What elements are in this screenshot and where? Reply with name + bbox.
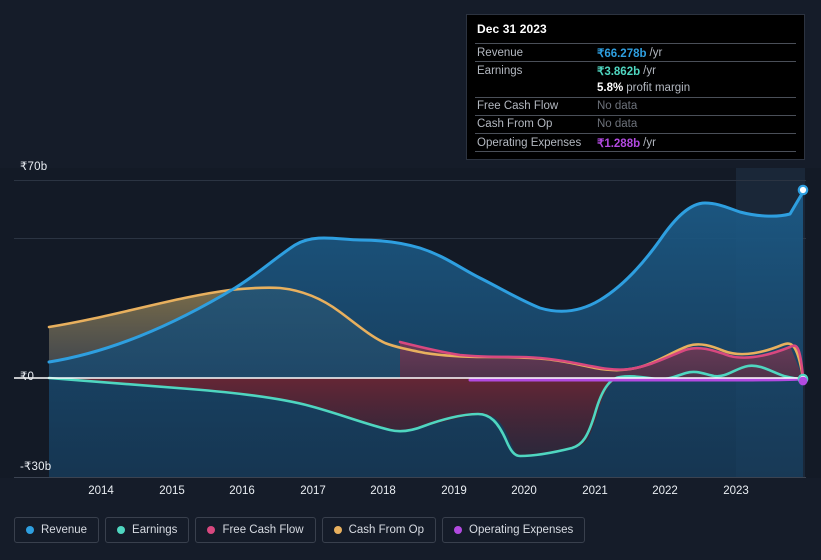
tooltip-unit-revenue: /yr	[649, 46, 663, 59]
tooltip-unit-operating-expenses: /yr	[643, 136, 656, 149]
tooltip-row-cash-from-op: Cash From Op No data	[475, 114, 796, 133]
tooltip-label-revenue: Revenue	[477, 46, 524, 59]
legend-label-cash-from-op: Cash From Op	[348, 524, 425, 536]
legend-dot-operating-expenses-icon	[454, 526, 463, 534]
end-marker-revenue	[797, 184, 809, 196]
x-tick-2019: 2019	[441, 485, 467, 497]
line-operating-expenses	[468, 377, 805, 382]
x-tick-2016: 2016	[229, 485, 255, 497]
tooltip-label-operating-expenses: Operating Expenses	[477, 136, 582, 149]
tooltip-row-revenue: Revenue ₹66.278b /yr	[475, 43, 796, 61]
x-tick-2018: 2018	[370, 485, 396, 497]
tooltip-value-profit-margin: 5.8%	[597, 81, 624, 94]
legend-item-cash-from-op[interactable]: Cash From Op	[321, 517, 437, 543]
legend-dot-free-cash-flow-icon	[207, 526, 216, 534]
tooltip-value-revenue: ₹66.278b	[597, 47, 647, 60]
legend-label-operating-expenses: Operating Expenses	[469, 524, 574, 536]
tooltip-row-free-cash-flow: Free Cash Flow No data	[475, 96, 796, 115]
tooltip-value-free-cash-flow: No data	[597, 100, 638, 113]
tooltip-value-earnings: ₹3.862b	[597, 65, 641, 78]
tooltip-label-profit-margin: profit margin	[626, 81, 691, 94]
data-tooltip: Dec 31 2023 Revenue ₹66.278b /yr Earning…	[466, 14, 805, 161]
legend-item-revenue[interactable]: Revenue	[14, 517, 100, 543]
tooltip-label-earnings: Earnings	[477, 64, 523, 77]
legend-item-earnings[interactable]: Earnings	[105, 517, 190, 543]
legend-label-revenue: Revenue	[41, 524, 88, 536]
x-tick-2021: 2021	[582, 485, 608, 497]
legend-item-operating-expenses[interactable]: Operating Expenses	[442, 517, 586, 543]
y-tick-m30b: -₹30b	[20, 461, 52, 473]
x-tick-2014: 2014	[88, 485, 114, 497]
tooltip-label-free-cash-flow: Free Cash Flow	[477, 100, 559, 113]
y-tick-0: ₹0	[20, 371, 35, 383]
x-tick-2017: 2017	[300, 485, 326, 497]
tooltip-value-cash-from-op: No data	[597, 118, 638, 131]
tooltip-row-profit-margin: 5.8% profit margin	[475, 79, 796, 96]
x-tick-2015: 2015	[159, 485, 185, 497]
y-tick-70b: ₹70b	[20, 161, 48, 173]
legend-dot-revenue-icon	[26, 526, 34, 534]
end-marker-operating-expenses	[798, 376, 808, 386]
legend-label-earnings: Earnings	[132, 524, 178, 536]
legend-dot-earnings-icon	[117, 526, 126, 534]
tooltip-label-cash-from-op: Cash From Op	[477, 118, 553, 131]
chart-screenshot: ₹70b ₹0 -₹30b 2014 2015 2016 2017 2018 2…	[0, 0, 821, 560]
tooltip-unit-earnings: /yr	[643, 64, 656, 77]
tooltip-value-operating-expenses: ₹1.288b	[597, 137, 641, 150]
legend-label-free-cash-flow: Free Cash Flow	[222, 524, 304, 536]
tooltip-date: Dec 31 2023	[477, 22, 547, 36]
chart-legend: Revenue Earnings Free Cash Flow Cash Fro…	[14, 517, 586, 543]
x-tick-2022: 2022	[652, 485, 678, 497]
tooltip-bottom-rule	[475, 151, 796, 155]
tooltip-row-earnings: Earnings ₹3.862b /yr	[475, 61, 796, 79]
x-tick-2023: 2023	[723, 485, 749, 497]
tooltip-row-operating-expenses: Operating Expenses ₹1.288b /yr	[475, 132, 796, 151]
x-tick-2020: 2020	[511, 485, 537, 497]
legend-item-free-cash-flow[interactable]: Free Cash Flow	[195, 517, 316, 543]
legend-dot-cash-from-op-icon	[333, 526, 342, 534]
